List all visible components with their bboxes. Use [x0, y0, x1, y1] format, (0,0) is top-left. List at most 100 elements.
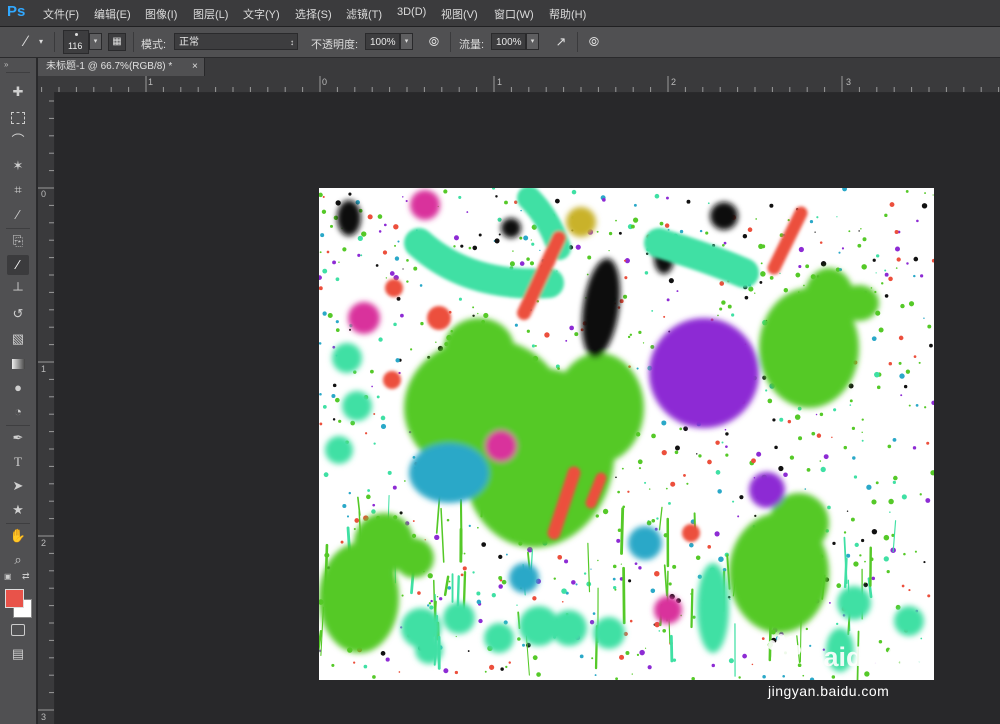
screen-mode-icon[interactable]: ▤: [7, 644, 29, 664]
paint-speck: [519, 261, 525, 266]
blur-tool-icon[interactable]: ●: [7, 378, 29, 398]
paint-speck: [905, 369, 911, 374]
crop-tool-icon[interactable]: ⌗: [7, 180, 29, 200]
toolbox: » ✚ ⌒ ✶ ⌗ ∕ ⎘ ∕ ┴ ↺ ▧ ● ◔ ✒ T ➤ ★ ✋ ⌕ ▣ …: [0, 58, 37, 724]
menu-edit[interactable]: 编辑(E): [94, 6, 131, 22]
flow-input[interactable]: 100%: [491, 33, 526, 50]
swap-colors-icon[interactable]: ⇄: [22, 571, 30, 582]
brush-size-picker[interactable]: 116: [63, 30, 89, 54]
menu-image[interactable]: 图像(I): [145, 6, 177, 22]
default-colors-icon[interactable]: ▣: [4, 572, 12, 581]
paint-drip: [443, 575, 450, 597]
marquee-tool-icon[interactable]: [7, 107, 29, 127]
paint-speck: [638, 566, 642, 570]
paint-speck: [439, 597, 443, 601]
brush-tool-icon[interactable]: ∕: [7, 255, 29, 275]
paint-speck: [872, 258, 876, 262]
paint-speck: [484, 670, 487, 673]
blend-mode-select[interactable]: 正常 ↕: [174, 33, 298, 50]
airbrush-icon[interactable]: ↗: [553, 34, 569, 50]
shape-tool-icon[interactable]: ★: [7, 500, 29, 520]
path-selection-tool-icon[interactable]: ➤: [7, 476, 29, 496]
close-icon[interactable]: ×: [192, 58, 198, 76]
healing-brush-tool-icon[interactable]: ⎘: [7, 231, 29, 251]
brush-tool-preset-icon[interactable]: ∕: [18, 34, 34, 50]
menu-3d[interactable]: 3D(D): [397, 6, 426, 18]
dodge-tool-icon[interactable]: ◔: [7, 402, 29, 422]
chevron-down-icon[interactable]: ▾: [36, 34, 46, 50]
hand-tool-icon[interactable]: ✋: [7, 526, 29, 546]
brush-picker-arrow[interactable]: ▾: [89, 33, 102, 50]
pressure-opacity-icon[interactable]: ⦾: [426, 34, 442, 50]
brush-panel-toggle-icon[interactable]: ▦: [108, 33, 126, 51]
paint-speck: [592, 612, 596, 615]
paint-speck: [893, 475, 898, 481]
collapse-panel-icon[interactable]: »: [4, 60, 8, 69]
paint-speck: [322, 404, 327, 409]
pressure-size-icon[interactable]: ⦾: [586, 34, 602, 50]
paint-speck: [908, 301, 915, 307]
document-canvas[interactable]: [319, 188, 934, 680]
paint-speck: [514, 200, 518, 204]
eyedropper-tool-icon[interactable]: ∕: [7, 205, 29, 225]
paint-speck: [731, 313, 735, 317]
paint-speck: [428, 602, 432, 605]
paint-speck: [875, 481, 879, 485]
paint-speck: [338, 261, 340, 263]
paint-speck: [920, 274, 924, 278]
paint-speck: [434, 534, 440, 541]
move-tool-icon[interactable]: ✚: [7, 82, 29, 102]
type-tool-icon[interactable]: T: [7, 452, 29, 472]
paint-speck: [698, 454, 702, 458]
zoom-tool-icon[interactable]: ⌕: [7, 550, 29, 570]
brush-size-value: 116: [68, 41, 83, 51]
paint-speck: [806, 467, 811, 472]
clone-stamp-tool-icon[interactable]: ┴: [7, 280, 29, 300]
paint-speck: [661, 420, 667, 426]
options-bar: ∕ ▾ 116 ▾ ▦ 模式: 正常 ↕ 不透明度: 100% ▾ ⦾ 流量: …: [0, 27, 1000, 58]
menu-help[interactable]: 帮助(H): [549, 6, 586, 22]
paint-speck: [392, 485, 397, 490]
paint-speck: [651, 433, 656, 439]
history-brush-tool-icon[interactable]: ↺: [7, 304, 29, 324]
paint-speck: [888, 498, 894, 505]
paint-speck: [612, 577, 616, 581]
paint-drip: [669, 634, 674, 663]
menu-select[interactable]: 选择(S): [295, 6, 332, 22]
paint-speck: [401, 594, 404, 597]
paint-speck: [531, 242, 535, 246]
flow-dropdown-arrow[interactable]: ▾: [526, 33, 539, 50]
paint-speck: [520, 209, 522, 212]
opacity-input[interactable]: 100%: [365, 33, 400, 50]
paint-speck: [861, 538, 865, 543]
lasso-tool-icon[interactable]: ⌒: [7, 131, 29, 151]
quick-mask-icon[interactable]: [7, 619, 29, 639]
paint-speck: [370, 369, 374, 374]
foreground-color-swatch[interactable]: [5, 589, 24, 608]
paint-speck: [721, 441, 724, 444]
document-tab[interactable]: 未标题-1 @ 66.7%(RGB/8) * ×: [38, 58, 205, 76]
paint-speck: [394, 256, 400, 261]
eraser-tool-icon[interactable]: ▧: [7, 329, 29, 349]
menu-window[interactable]: 窗口(W): [494, 6, 534, 22]
pen-tool-icon[interactable]: ✒: [7, 428, 29, 448]
paint-speck: [650, 588, 656, 594]
menu-view[interactable]: 视图(V): [441, 6, 478, 22]
paint-speck: [875, 272, 877, 274]
paint-speck: [924, 192, 926, 194]
paint-speck: [481, 542, 487, 547]
opacity-dropdown-arrow[interactable]: ▾: [400, 33, 413, 50]
magic-wand-tool-icon[interactable]: ✶: [7, 156, 29, 176]
menu-filter[interactable]: 滤镜(T): [346, 6, 382, 22]
paint-speck: [663, 315, 666, 318]
gradient-tool-icon[interactable]: [7, 353, 29, 373]
menu-type[interactable]: 文字(Y): [243, 6, 280, 22]
paint-speck: [332, 383, 337, 388]
paint-speck: [628, 579, 632, 583]
paint-speck: [498, 584, 503, 589]
menu-layer[interactable]: 图层(L): [193, 6, 228, 22]
menu-file[interactable]: 文件(F): [43, 6, 79, 22]
paint-speck: [900, 303, 905, 309]
magenta-paint-blob: [410, 190, 440, 220]
document-tab-bar: 未标题-1 @ 66.7%(RGB/8) * ×: [38, 58, 1000, 76]
